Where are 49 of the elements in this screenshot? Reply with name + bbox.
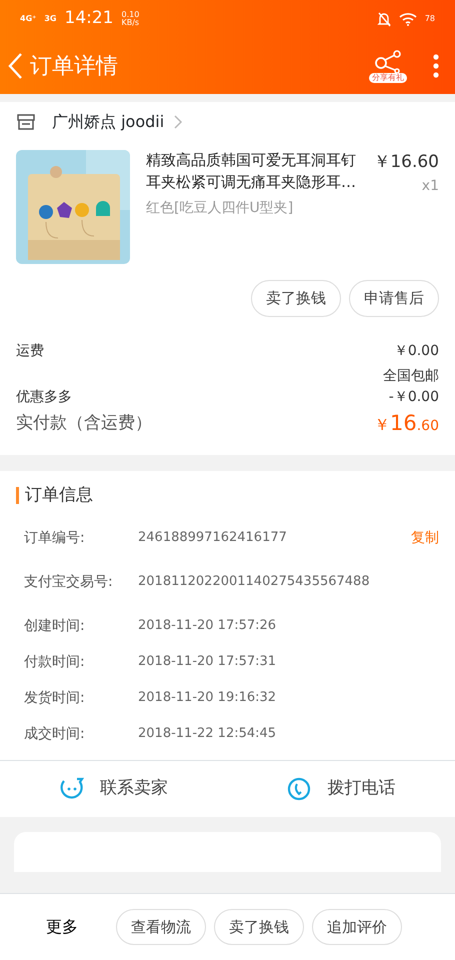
- section-title: 订单信息: [16, 487, 439, 504]
- fee-note: 全国包邮: [383, 366, 439, 386]
- speed-unit: KB/s: [122, 19, 140, 27]
- product-title: 精致高品质韩国可爱无耳洞耳钉耳夹松紧可调无痛耳夹隐形耳…: [146, 150, 357, 193]
- more-button[interactable]: 更多: [40, 914, 84, 940]
- shop-icon: [16, 113, 36, 131]
- info-label: 支付宝交易号:: [24, 572, 114, 592]
- battery-level: 78: [424, 15, 435, 23]
- wifi-icon: [398, 12, 417, 26]
- info-label: 创建时间:: [24, 616, 86, 636]
- total-label: 实付款（含运费）: [16, 412, 152, 434]
- chat-icon: [60, 777, 84, 801]
- action-button[interactable]: 查看物流: [116, 908, 206, 946]
- status-time: 14:21: [64, 7, 114, 30]
- share-button[interactable]: 分享有礼: [369, 48, 407, 84]
- info-value: 246188997162416177: [138, 529, 288, 548]
- phone-icon: [287, 777, 312, 801]
- info-value: 2018-11-20 19:16:32: [138, 689, 278, 708]
- info-label: 发货时间:: [24, 688, 86, 708]
- info-label: 成交时间:: [24, 724, 86, 744]
- product-quantity: x1: [420, 176, 439, 196]
- mute-icon: [376, 11, 391, 27]
- contact-button[interactable]: 拨打电话: [228, 761, 455, 817]
- fee-label: 优惠多多: [16, 388, 72, 406]
- shop-link[interactable]: 广州娇点 joodii: [52, 110, 164, 134]
- fee-label: 运费: [16, 342, 44, 360]
- info-value: 2018-11-20 17:57:26: [138, 617, 278, 636]
- network-speed: 0.10: [122, 11, 140, 19]
- total-amount: ￥16.60: [374, 410, 439, 436]
- action-button[interactable]: 申请售后: [349, 280, 439, 316]
- info-label: 付款时间:: [24, 652, 86, 672]
- action-button[interactable]: 卖了换钱: [214, 908, 304, 946]
- chevron-icon: [172, 114, 184, 130]
- info-label: 订单编号:: [24, 528, 86, 548]
- info-value: 2018-11-22 12:54:45: [138, 725, 278, 744]
- info-value: 2018-11-20 17:57:31: [138, 653, 278, 672]
- share-icon: [373, 48, 403, 73]
- more-icon[interactable]: [431, 53, 441, 79]
- action-button[interactable]: 追加评价: [312, 908, 402, 946]
- info-value: 2018112022001140275435567488: [138, 573, 371, 592]
- network-indicator: 3G: [44, 15, 56, 23]
- action-button[interactable]: 卖了换钱: [251, 280, 341, 316]
- fee-value: -￥0.00: [388, 388, 439, 406]
- contact-button[interactable]: 联系卖家: [0, 761, 228, 817]
- page-title: 订单详情: [30, 52, 118, 80]
- fee-value: ￥0.00: [394, 342, 439, 360]
- product-price: ￥16.60: [373, 151, 439, 174]
- product-variant: 红色[吃豆人四件U型夹]: [146, 198, 294, 218]
- network-indicator: 4G⁺: [20, 15, 36, 23]
